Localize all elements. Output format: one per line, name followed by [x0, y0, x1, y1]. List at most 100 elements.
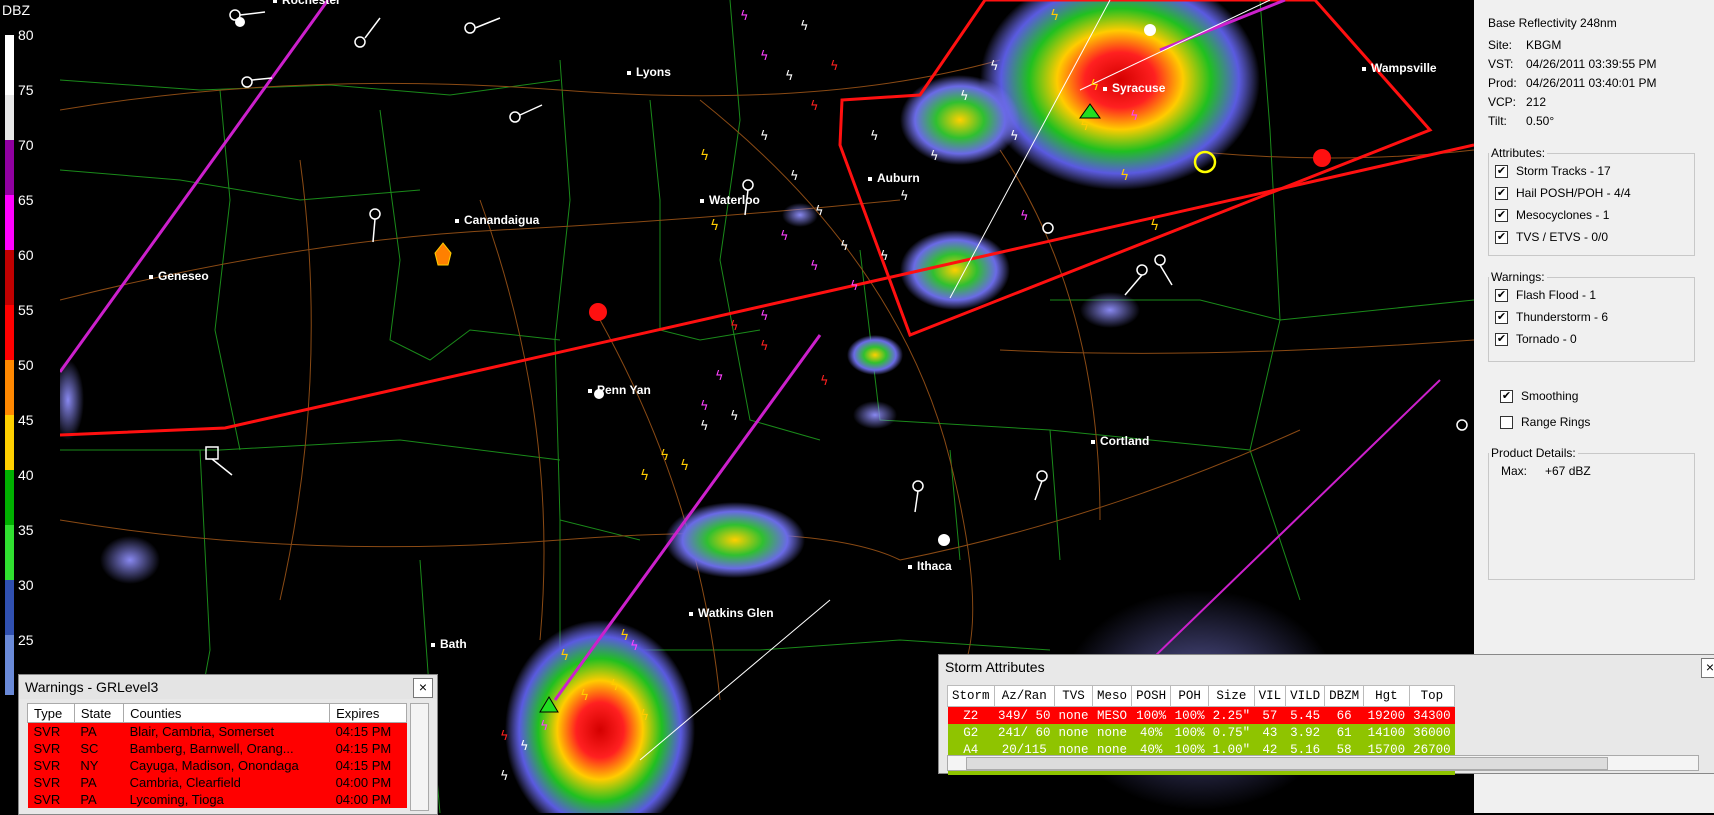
city-name: Geneseo [158, 269, 209, 283]
table-cell: 14100 [1363, 724, 1410, 741]
warnings-window[interactable]: Warnings - GRLevel3 × Type State Counties E… [18, 674, 438, 815]
city-name: Canandaigua [464, 213, 540, 227]
city-label: Cortland [1091, 434, 1149, 448]
storm-horizontal-scrollbar[interactable] [947, 755, 1699, 771]
legend-band-magenta [5, 195, 14, 250]
city-marker-icon [908, 564, 912, 569]
legend-unit: DBZ [2, 2, 30, 18]
warning-type-checkbox[interactable]: ✔ Thunderstorm - 6 [1489, 306, 1694, 328]
svg-text:ϟ: ϟ [680, 458, 689, 474]
svg-text:ϟ: ϟ [850, 279, 859, 294]
table-cell: SVR [27, 757, 75, 774]
table-row[interactable]: Z2 349/ 50 none MESO 100% 100% 2.25" 57 5.45 66 19… [947, 706, 1455, 724]
column-header[interactable]: Expires [329, 703, 407, 723]
product-details-group: Product Details: Max: +67 dBZ [1488, 446, 1695, 580]
column-header[interactable]: TVS [1054, 685, 1094, 707]
range-rings-checkbox[interactable]: Range Rings [1494, 411, 1590, 433]
city-marker-icon [700, 198, 704, 203]
svg-text:ϟ: ϟ [1010, 129, 1019, 144]
table-cell: 3.92 [1285, 724, 1325, 741]
table-row[interactable]: SVR NY Cayuga, Madison, Onondaga 04:15 PM [27, 757, 407, 774]
svg-text:ϟ: ϟ [660, 448, 669, 464]
attribute-checkbox[interactable]: ✔ Mesocyclones - 1 [1489, 204, 1694, 226]
svg-text:ϟ: ϟ [760, 309, 769, 324]
attribute-label: Hail POSH/POH - 4/4 [1516, 186, 1631, 200]
table-cell: 19200 [1363, 706, 1410, 724]
column-header[interactable]: VILD [1285, 685, 1326, 707]
column-header[interactable]: Meso [1092, 685, 1133, 707]
column-header[interactable]: Counties [123, 703, 331, 723]
city-label: Waterloo [700, 193, 760, 207]
table-cell: none [1092, 724, 1132, 741]
table-cell: none [1054, 724, 1093, 741]
svg-text:ϟ: ϟ [700, 419, 709, 434]
warnings-close-icon[interactable]: × [413, 678, 433, 698]
table-row[interactable]: SVR PA Blair, Cambria, Somerset 04:15 PM [27, 722, 407, 740]
tilt-label: Tilt: [1488, 114, 1507, 128]
column-header[interactable]: Storm [947, 685, 995, 707]
legend-band-orange [5, 360, 14, 415]
table-cell: Blair, Cambria, Somerset [123, 722, 330, 740]
column-header[interactable]: Az/Ran [993, 685, 1056, 707]
table-cell: Cayuga, Madison, Onondaga [123, 757, 330, 774]
table-cell: 0.75" [1208, 724, 1255, 741]
svg-text:ϟ: ϟ [715, 369, 724, 384]
storm-attributes-window[interactable]: Storm Attributes × Storm Az/Ran TVS Meso POS… [938, 654, 1714, 775]
storm-scroll-thumb[interactable] [966, 757, 1608, 770]
attribute-checkbox[interactable]: ✔ Storm Tracks - 17 [1489, 160, 1694, 182]
column-header[interactable]: Size [1208, 685, 1255, 707]
city-marker-icon [588, 388, 592, 393]
column-header[interactable]: DBZM [1324, 685, 1365, 707]
svg-text:ϟ: ϟ [500, 769, 509, 784]
warnings-scrollbar[interactable] [410, 703, 429, 811]
city-name: Watkins Glen [698, 606, 774, 620]
legend-band-yellow [5, 415, 14, 470]
table-row[interactable]: SVR SC Bamberg, Barnwell, Orang... 04:15 PM [27, 740, 407, 757]
svg-text:ϟ: ϟ [800, 19, 809, 34]
table-cell: MESO [1092, 706, 1132, 724]
svg-text:ϟ: ϟ [610, 678, 619, 694]
svg-text:ϟ: ϟ [540, 719, 549, 734]
table-row[interactable]: SVR PA Lycoming, Tioga 04:00 PM [27, 791, 407, 808]
table-cell: 66 [1324, 706, 1364, 724]
table-cell: 34300 [1409, 706, 1455, 724]
column-header[interactable]: Top [1408, 685, 1456, 707]
table-cell: 36000 [1409, 724, 1455, 741]
smoothing-checkbox[interactable]: ✔ Smoothing [1494, 385, 1578, 407]
attribute-label: Storm Tracks - 17 [1516, 164, 1611, 178]
city-label: Auburn [868, 171, 920, 185]
table-cell: 100% [1170, 724, 1209, 741]
city-label: Canandaigua [455, 213, 539, 227]
column-header[interactable]: Type [27, 703, 75, 723]
column-header[interactable]: Hgt [1363, 685, 1410, 707]
tilt-value: 0.50° [1526, 114, 1555, 128]
table-row[interactable]: G2 241/ 60 none none 40% 100% 0.75" 43 3.92 61 141… [947, 724, 1455, 741]
svg-text:ϟ: ϟ [640, 468, 649, 484]
column-header[interactable]: POSH [1131, 685, 1172, 707]
city-label: Geneseo [149, 269, 209, 283]
legend-tick-label: 70 [18, 137, 34, 153]
city-name: Cortland [1100, 434, 1150, 448]
warning-type-checkbox[interactable]: ✔ Flash Flood - 1 [1489, 284, 1694, 306]
warning-type-checkbox[interactable]: ✔ Tornado - 0 [1489, 328, 1694, 350]
storm-close-icon[interactable]: × [1701, 658, 1714, 678]
table-cell: 43 [1254, 724, 1286, 741]
svg-text:ϟ: ϟ [880, 249, 889, 264]
warning-type-label: Tornado - 0 [1516, 332, 1577, 346]
svg-text:ϟ: ϟ [1150, 218, 1159, 234]
column-header[interactable]: POH [1170, 685, 1210, 707]
table-cell: 57 [1254, 706, 1286, 724]
legend-tick-label: 25 [18, 632, 34, 648]
attribute-checkbox[interactable]: ✔ Hail POSH/POH - 4/4 [1489, 182, 1694, 204]
attribute-checkbox[interactable]: ✔ TVS / ETVS - 0/0 [1489, 226, 1694, 248]
table-cell: NY [74, 757, 124, 774]
smoothing-label: Smoothing [1521, 389, 1579, 403]
table-row[interactable]: SVR PA Cambria, Clearfield 04:00 PM [27, 774, 407, 791]
vcp-value: 212 [1526, 95, 1547, 109]
city-marker-icon [1362, 66, 1366, 71]
table-cell: 100% [1131, 706, 1171, 724]
svg-text:ϟ: ϟ [790, 169, 799, 184]
column-header[interactable]: State [73, 703, 125, 723]
range-rings-check-icon [1500, 415, 1513, 429]
column-header[interactable]: VIL [1253, 685, 1287, 707]
